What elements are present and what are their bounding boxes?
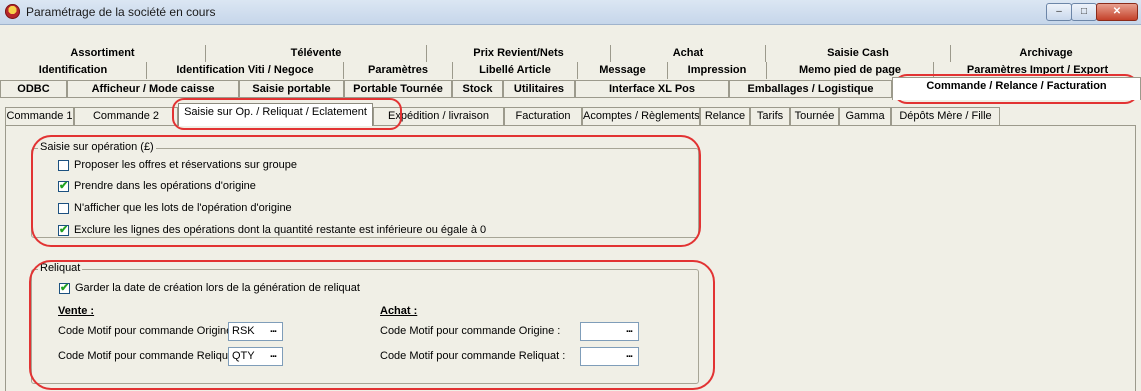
- vente-heading: Vente :: [58, 305, 95, 317]
- option-operations-origine[interactable]: Prendre dans les opérations d'origine: [58, 179, 256, 192]
- close-button[interactable]: ✕: [1096, 3, 1138, 21]
- achat-origine-field[interactable]: ...: [580, 322, 639, 341]
- tab-portable-tournee[interactable]: Portable Tournée: [344, 80, 452, 97]
- option-label: Exclure les lignes des opérations dont l…: [74, 224, 487, 236]
- tab-archivage[interactable]: Archivage: [951, 45, 1141, 62]
- option-label: Proposer les offres et réservations sur …: [74, 159, 297, 171]
- lookup-button[interactable]: ...: [265, 349, 281, 364]
- option-exclure-lignes[interactable]: Exclure les lignes des opérations dont l…: [58, 223, 487, 236]
- option-offres-reservations[interactable]: Proposer les offres et réservations sur …: [58, 159, 297, 171]
- subtab-commande-2[interactable]: Commande 2: [74, 107, 178, 125]
- checkbox[interactable]: [58, 202, 69, 214]
- tab-interface-xl-pos[interactable]: Interface XL Pos: [575, 80, 729, 97]
- subtab-gamma[interactable]: Gamma: [839, 107, 891, 125]
- maximize-button[interactable]: □: [1071, 3, 1097, 21]
- subtab-relance[interactable]: Relance: [700, 107, 750, 125]
- subtab-facturation[interactable]: Facturation: [504, 107, 582, 125]
- checkbox[interactable]: [58, 179, 69, 192]
- app-icon: [5, 4, 20, 19]
- tab-libelle-article[interactable]: Libellé Article: [453, 62, 578, 79]
- tab-assortiment[interactable]: Assortiment: [0, 45, 206, 62]
- subtab-tarifs[interactable]: Tarifs: [750, 107, 790, 125]
- vente-origine-field[interactable]: RSK ...: [228, 322, 283, 341]
- tab-odbc[interactable]: ODBC: [0, 80, 67, 97]
- achat-heading: Achat :: [380, 305, 418, 317]
- tab-identification-viti-negoce[interactable]: Identification Viti / Negoce: [147, 62, 344, 79]
- tab-prix-revient-nets[interactable]: Prix Revient/Nets: [427, 45, 611, 62]
- sub-tab-row: Commande 1 Commande 2 Saisie sur Op. / R…: [0, 103, 1141, 126]
- achat-reliquat-label: Code Motif pour commande Reliquat :: [380, 350, 566, 362]
- subtab-expedition-livraison[interactable]: Expédition / livraison: [373, 107, 504, 125]
- lookup-button[interactable]: ...: [621, 324, 637, 339]
- subtab-tournee[interactable]: Tournée: [790, 107, 839, 125]
- tab-saisie-portable[interactable]: Saisie portable: [239, 80, 344, 97]
- option-garder-date[interactable]: Garder la date de création lors de la gé…: [59, 281, 360, 294]
- tab-stock[interactable]: Stock: [452, 80, 503, 97]
- subtab-saisie-reliquat-eclatement[interactable]: Saisie sur Op. / Reliquat / Eclatement: [178, 103, 373, 126]
- tab-commande-relance-facturation[interactable]: Commande / Relance / Facturation: [892, 77, 1141, 100]
- vente-reliquat-label: Code Motif pour commande Reliquat :: [58, 350, 244, 362]
- title-bar: Paramétrage de la société en cours – □ ✕: [0, 0, 1141, 25]
- tab-impression[interactable]: Impression: [668, 62, 767, 79]
- tab-saisie-cash[interactable]: Saisie Cash: [766, 45, 951, 62]
- checkbox[interactable]: [58, 223, 69, 236]
- lookup-button[interactable]: ...: [265, 324, 281, 339]
- tab-panel: Saisie sur opération (£) Proposer les of…: [5, 125, 1136, 391]
- option-lots-origine[interactable]: N'afficher que les lots de l'opération d…: [58, 202, 292, 214]
- window-title: Paramétrage de la société en cours: [26, 5, 216, 19]
- lookup-button[interactable]: ...: [621, 349, 637, 364]
- tab-parametres[interactable]: Paramètres: [344, 62, 453, 79]
- option-label: N'afficher que les lots de l'opération d…: [74, 202, 292, 214]
- tab-message[interactable]: Message: [578, 62, 668, 79]
- option-label: Garder la date de création lors de la gé…: [75, 282, 360, 294]
- tab-televente[interactable]: Télévente: [206, 45, 427, 62]
- vente-reliquat-value: QTY: [232, 350, 255, 362]
- tab-utilitaires[interactable]: Utilitaires: [503, 80, 575, 97]
- option-label: Prendre dans les opérations d'origine: [74, 180, 256, 192]
- tab-row-3: ODBC Afficheur / Mode caisse Saisie port…: [0, 77, 1141, 100]
- achat-origine-label: Code Motif pour commande Origine :: [380, 325, 561, 337]
- reliquat-group: Reliquat Garder la date de création lors…: [31, 262, 699, 384]
- saisie-group-legend: Saisie sur opération (£): [38, 141, 156, 153]
- minimize-button[interactable]: –: [1046, 3, 1072, 21]
- tab-emballages-logistique[interactable]: Emballages / Logistique: [729, 80, 892, 97]
- tab-row-1: Assortiment Télévente Prix Revient/Nets …: [0, 45, 1141, 62]
- vente-origine-value: RSK: [232, 325, 255, 337]
- checkbox[interactable]: [59, 281, 70, 294]
- saisie-group: Saisie sur opération (£) Proposer les of…: [31, 141, 699, 238]
- vente-reliquat-field[interactable]: QTY ...: [228, 347, 283, 366]
- achat-reliquat-field[interactable]: ...: [580, 347, 639, 366]
- checkbox[interactable]: [58, 159, 69, 171]
- subtab-acomptes-reglements[interactable]: Acomptes / Règlements: [582, 107, 700, 125]
- reliquat-group-legend: Reliquat: [38, 262, 83, 274]
- subtab-commande-1[interactable]: Commande 1: [5, 107, 74, 125]
- tab-afficheur-mode-caisse[interactable]: Afficheur / Mode caisse: [67, 80, 239, 97]
- tab-identification[interactable]: Identification: [0, 62, 147, 79]
- subtab-depots-mere-fille[interactable]: Dépôts Mère / Fille: [891, 107, 1000, 125]
- tab-achat[interactable]: Achat: [611, 45, 766, 62]
- vente-origine-label: Code Motif pour commande Origine :: [58, 325, 239, 337]
